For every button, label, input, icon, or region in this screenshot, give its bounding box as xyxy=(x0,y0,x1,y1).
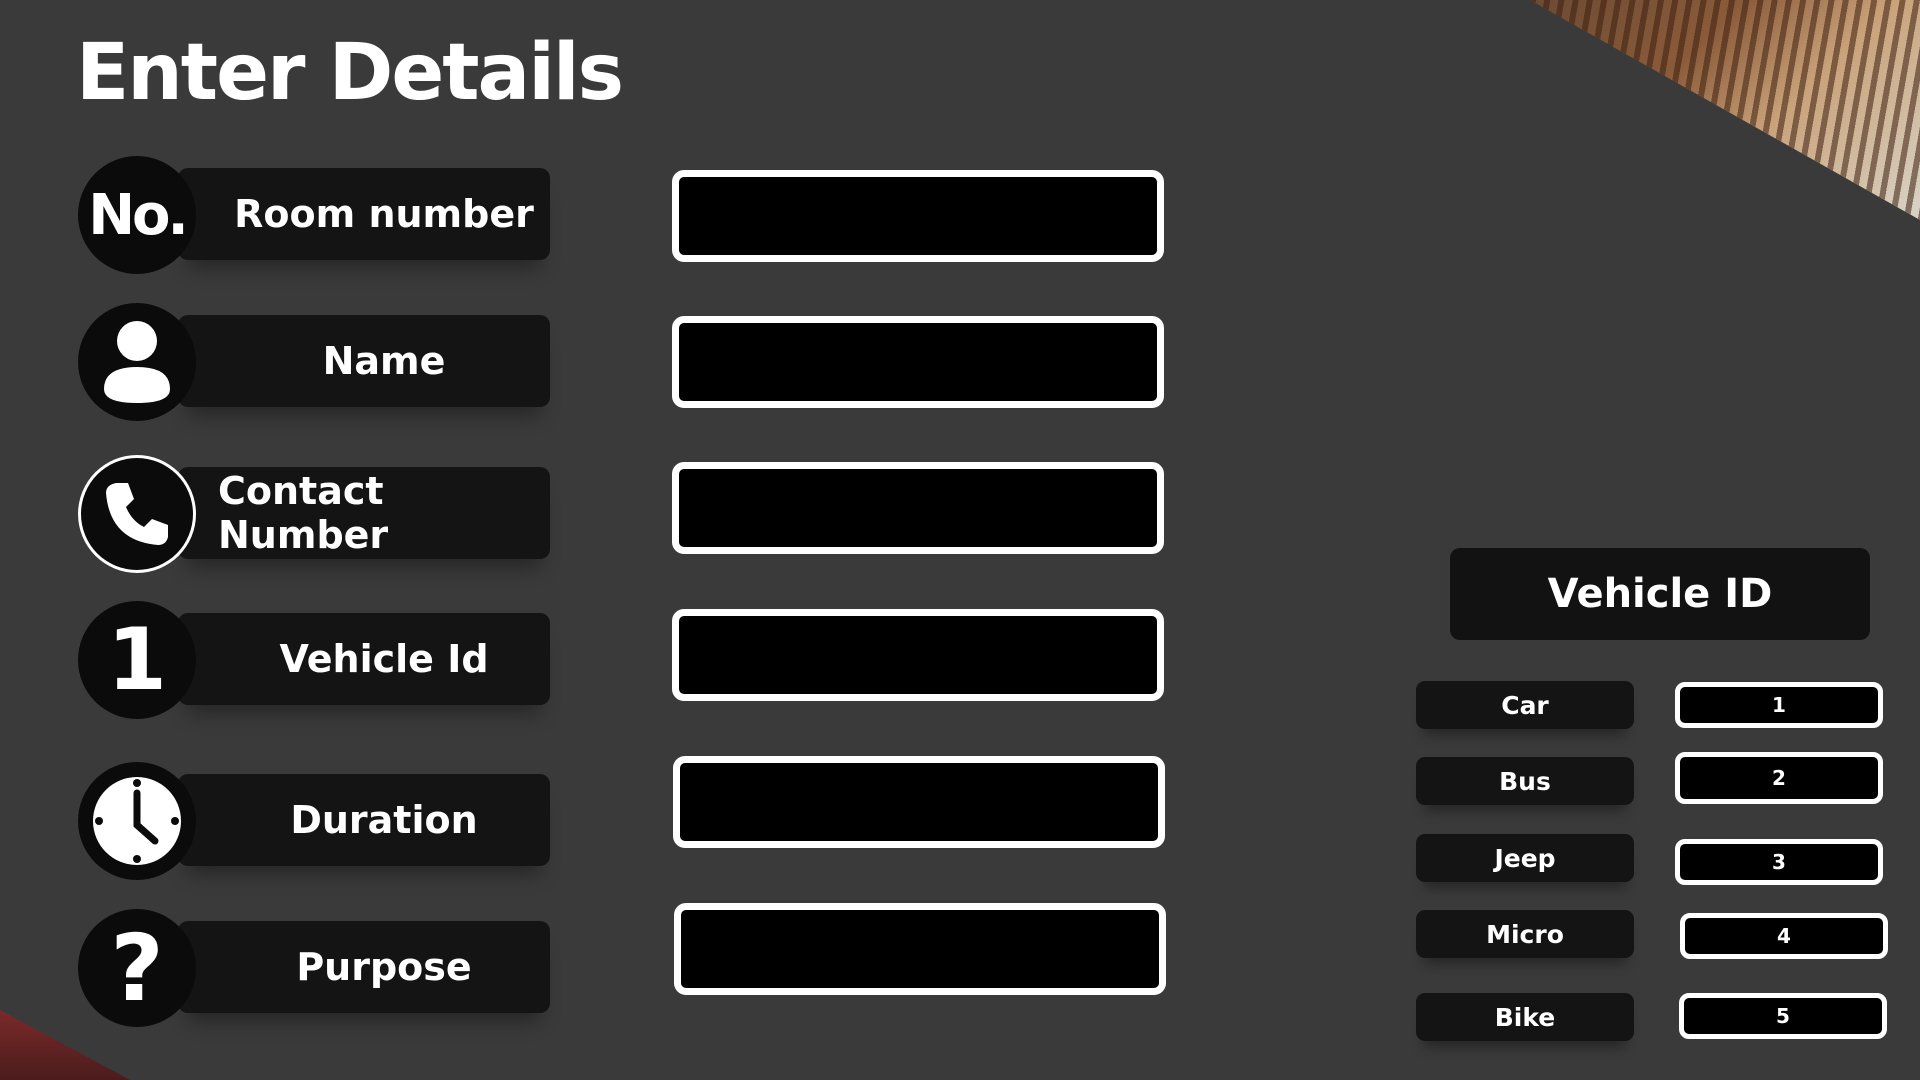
clock-icon xyxy=(78,762,196,880)
vehicle-type-bus: Bus xyxy=(1416,757,1634,805)
page-title: Enter Details xyxy=(76,28,624,118)
contact-number-label: Contact Number xyxy=(178,467,550,559)
name-label: Name xyxy=(178,315,550,407)
field-row-name: Name xyxy=(78,303,550,421)
vehicle-id-input[interactable] xyxy=(672,609,1164,701)
vehicle-code-car: 1 xyxy=(1675,682,1883,728)
vehicle-type-micro: Micro xyxy=(1416,910,1634,958)
purpose-label: Purpose xyxy=(178,921,550,1013)
vehicle-id-panel-title: Vehicle ID xyxy=(1450,548,1870,640)
vehicle-code-micro: 4 xyxy=(1680,913,1888,959)
duration-label: Duration xyxy=(178,774,550,866)
field-row-contact-number: Contact Number xyxy=(78,455,550,573)
contact-number-input[interactable] xyxy=(672,462,1164,554)
purpose-input[interactable] xyxy=(674,903,1166,995)
vehicle-type-car: Car xyxy=(1416,681,1634,729)
room-number-input[interactable] xyxy=(672,170,1164,262)
field-row-duration: Duration xyxy=(78,762,550,880)
name-input[interactable] xyxy=(672,316,1164,408)
question-icon: ? xyxy=(78,909,196,1027)
field-row-vehicle-id: 1 Vehicle Id xyxy=(78,601,550,719)
number-icon: No. xyxy=(78,156,196,274)
field-row-room-number: No. Room number xyxy=(78,156,550,274)
vehicle-type-bike: Bike xyxy=(1416,993,1634,1041)
phone-icon xyxy=(78,455,196,573)
vehicle-code-bus: 2 xyxy=(1675,752,1883,804)
vehicle-code-bike: 5 xyxy=(1679,993,1887,1039)
field-row-purpose: ? Purpose xyxy=(78,909,550,1027)
digit-one-icon: 1 xyxy=(78,601,196,719)
vehicle-code-jeep: 3 xyxy=(1675,839,1883,885)
background-building-image xyxy=(1530,0,1920,220)
vehicle-id-label: Vehicle Id xyxy=(178,613,550,705)
duration-input[interactable] xyxy=(673,756,1165,848)
vehicle-type-jeep: Jeep xyxy=(1416,834,1634,882)
room-number-label: Room number xyxy=(178,168,550,260)
person-icon xyxy=(78,303,196,421)
